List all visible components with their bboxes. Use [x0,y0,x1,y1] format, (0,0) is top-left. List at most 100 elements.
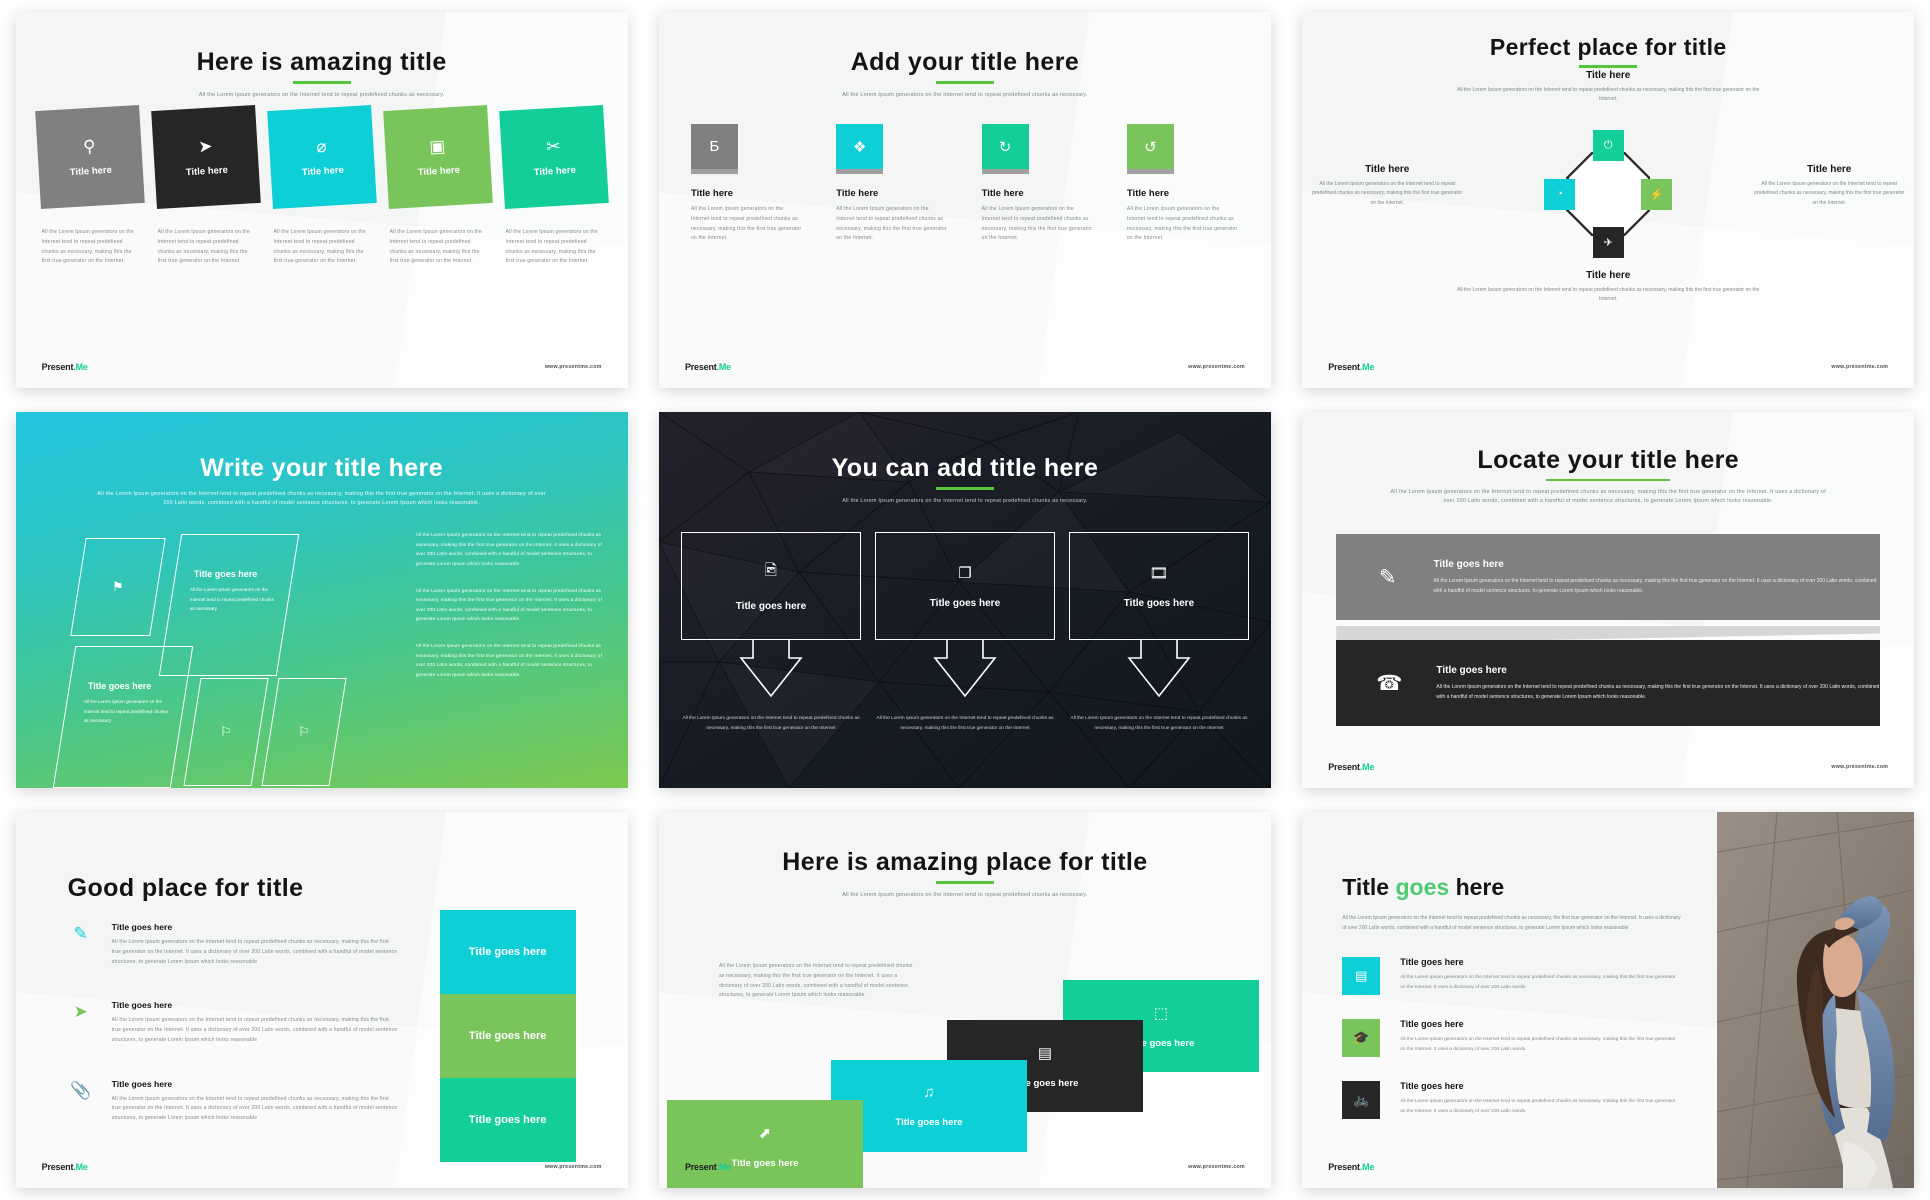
slide-7[interactable]: Good place for title ✎ Title goes here A… [15,812,628,1188]
slide-1[interactable]: Here is amazing title All the Lorem Ipsu… [15,12,628,388]
brand-logo[interactable]: Present.Me [42,1162,88,1172]
graduation-cap-icon[interactable]: 🎓 [1342,1019,1381,1057]
slide-3[interactable]: Perfect place for title Title here All t… [1302,12,1915,388]
feature-text: All the Lorem Ipsum generators on the In… [1400,1099,1676,1115]
page-subtitle: All the Lorem Ipsum generators on the In… [198,92,445,98]
title-accent: goes [1395,874,1450,900]
color-block[interactable]: Title goes here [439,910,576,994]
brand-logo[interactable]: Present.Me [685,1162,731,1172]
card-tile[interactable]: ⌀ Title here [266,105,377,209]
brand-logo[interactable]: Present.Me [685,362,731,372]
feature-row[interactable]: ▤ Title goes here All the Lorem Ipsum ge… [1342,957,1682,995]
feature-item[interactable]: ↺ Title here All the Lorem Ipsum generat… [1126,124,1239,244]
node-title: Title here [1586,270,1631,281]
film-strip-icon: 🎞 [1149,564,1169,582]
band-row-1[interactable]: ✎ Title goes here All the Lorem Ipsum ge… [1336,534,1881,620]
flag-icon: ⚑ [111,579,124,594]
logo-main: Present [684,1162,717,1172]
money-bill-icon[interactable]: ▤ [1342,957,1381,995]
card-tile[interactable]: ▣ Title here [382,105,493,209]
slide-2[interactable]: Add your title here All the Lorem Ipsum … [658,12,1271,388]
page-title: Here is amazing title [196,48,447,76]
step-1[interactable]: ⬈ Title goes here [666,1100,863,1188]
card-item[interactable]: ➤ Title here All the Lorem Ipsum generat… [150,105,261,267]
card-tile[interactable]: ➤ Title here [150,105,261,209]
feature-item[interactable]: ❖ Title here All the Lorem Ipsum generat… [836,124,948,244]
node-text: All the Lorem Ipsum generators on the In… [1457,287,1760,303]
card-tile[interactable]: ⚲ Title here [34,105,145,209]
band-row-2[interactable]: ☎ Title goes here All the Lorem Ipsum ge… [1336,640,1881,726]
page-title: Perfect place for title [1489,34,1727,60]
shape-title: Title goes here [87,681,151,691]
feature-item[interactable]: ↻ Title here All the Lorem Ipsum generat… [981,124,1094,244]
outlined-box[interactable]: ❐ Title goes here [874,532,1055,640]
woman-in-denim-jacket-photo [1717,812,1915,1188]
website-url[interactable]: www.presentme.com [1831,764,1888,770]
feature-icon-box[interactable]: ❖ [836,124,884,174]
feature-row[interactable]: ✎ Title goes here All the Lorem Ipsum ge… [68,922,398,967]
slide-9[interactable]: Title goes here All the Lorem Ipsum gene… [1302,812,1915,1188]
slide-5[interactable]: You can add title here All the Lorem Ips… [658,412,1271,788]
feature-icon-box[interactable]: ↻ [981,124,1029,174]
website-url[interactable]: www.presentme.com [1831,364,1888,370]
shape-icon-flag2[interactable]: ⚐ [261,678,347,786]
page-title: Locate your title here [1477,446,1740,474]
node-icon-plug[interactable]: ⚡ [1641,178,1673,210]
shape-icon-flag[interactable]: ⚑ [69,538,166,636]
node-bottom[interactable]: Title here All the Lorem Ipsum generator… [1302,270,1914,305]
feature-row[interactable]: 🚲 Title goes here All the Lorem Ipsum ge… [1342,1081,1682,1119]
title-part-2: here [1449,874,1505,900]
shape-title: Title goes here [193,569,257,579]
node-icon-power[interactable]: ⏻ [1592,130,1624,161]
node-icon-airplane[interactable]: ✈ [1592,227,1624,258]
node-icon-chart[interactable]: ◔ [1544,178,1576,210]
bicycle-icon[interactable]: 🚲 [1342,1081,1381,1119]
refresh-cw-icon: ↻ [998,138,1012,156]
music-note-icon: ♫ [923,1084,935,1101]
card-item[interactable]: ⌀ Title here All the Lorem Ipsum generat… [266,105,377,267]
feature-row[interactable]: ➤ Title goes here All the Lorem Ipsum ge… [68,1000,398,1045]
card-item[interactable]: ✂ Title here All the Lorem Ipsum generat… [498,105,609,267]
website-url[interactable]: www.presentme.com [1188,1164,1245,1170]
down-arrow-icon [739,640,803,698]
card-item[interactable]: ⚲ Title here All the Lorem Ipsum generat… [34,105,145,267]
color-block[interactable]: Title goes here [439,1078,576,1162]
outlined-box[interactable]: 🖻 Title goes here [680,532,861,640]
node-right[interactable]: Title here All the Lorem Ipsum generator… [1754,164,1904,208]
logo-main: Present [1328,1162,1360,1172]
website-url[interactable]: www.presentme.com [545,1164,602,1170]
logo-main: Present [1328,762,1360,772]
box-item[interactable]: ❐ Title goes here All the Lorem Ipsum ge… [874,532,1055,734]
feature-row[interactable]: 📎 Title goes here All the Lorem Ipsum ge… [68,1079,398,1124]
box-item[interactable]: 🎞 Title goes here All the Lorem Ipsum ge… [1068,532,1249,734]
feature-icon-box[interactable]: ↺ [1126,124,1174,174]
page-subtitle: All the Lorem Ipsum generators on the In… [97,491,546,507]
brand-logo[interactable]: Present.Me [1328,762,1374,772]
feature-text: All the Lorem Ipsum generators on the In… [1400,975,1676,991]
card-tile[interactable]: ✂ Title here [498,105,609,209]
card-item[interactable]: ▣ Title here All the Lorem Ipsum generat… [382,105,493,267]
website-url[interactable]: www.presentme.com [545,364,602,370]
shape-icon-checkered[interactable]: ⚐ [183,678,269,786]
slide-6[interactable]: Locate your title here All the Lorem Ips… [1302,412,1915,788]
outlined-box[interactable]: 🎞 Title goes here [1068,532,1249,640]
color-block[interactable]: Title goes here [439,994,576,1078]
slide-4[interactable]: Write your title here All the Lorem Ipsu… [15,412,628,788]
page-title: Title goes here [1342,874,1682,901]
brand-logo[interactable]: Present.Me [42,362,88,372]
node-text: All the Lorem Ipsum generators on the In… [1754,181,1905,206]
brand-logo[interactable]: Present.Me [1328,362,1374,372]
feature-text: All the Lorem Ipsum generators on the In… [111,1095,398,1122]
node-left[interactable]: Title here All the Lorem Ipsum generator… [1312,164,1462,208]
slide-8[interactable]: Here is amazing place for title All the … [658,812,1271,1188]
feature-text: All the Lorem Ipsum generators on the In… [111,939,398,965]
card-label: Title here [533,164,576,178]
box-item[interactable]: 🖻 Title goes here All the Lorem Ipsum ge… [680,532,861,734]
feature-icon-box[interactable]: Б [690,124,738,174]
brand-logo[interactable]: Present.Me [1328,1162,1374,1172]
website-url[interactable]: www.presentme.com [1188,364,1245,370]
shape-text-2[interactable]: Title goes here All the Lorem Ipsum gene… [52,646,193,788]
feature-item[interactable]: Б Title here All the Lorem Ipsum generat… [690,124,803,244]
feature-row[interactable]: 🎓 Title goes here All the Lorem Ipsum ge… [1342,1019,1682,1057]
node-top[interactable]: Title here All the Lorem Ipsum generator… [1302,70,1914,105]
